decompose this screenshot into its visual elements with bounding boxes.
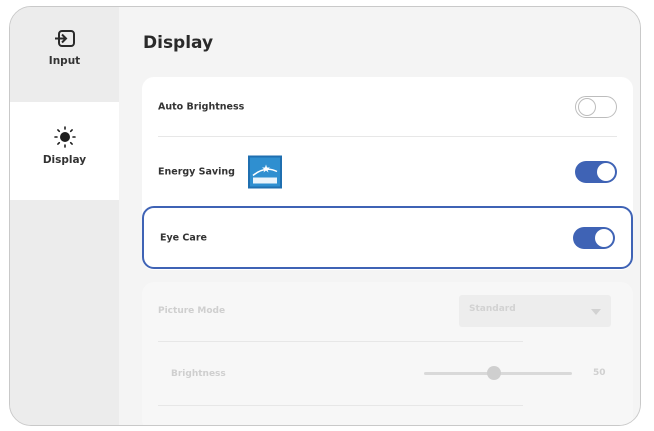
toggle-knob [597, 163, 615, 181]
divider [158, 136, 617, 137]
brightness-slider-thumb[interactable] [487, 366, 501, 380]
eye-care-row: Eye Care [142, 206, 633, 269]
sidebar: Input Display [10, 7, 119, 425]
sun-icon [53, 126, 76, 148]
input-icon [54, 30, 75, 47]
brightness-label: Brightness [171, 369, 226, 379]
sidebar-item-display[interactable]: Display [10, 102, 119, 200]
sidebar-item-label: Display [42, 154, 87, 166]
toggle-knob [578, 98, 596, 116]
picture-mode-value: Standard [469, 304, 516, 314]
picture-mode-dropdown[interactable]: Standard [459, 295, 611, 327]
sidebar-item-label: Input [48, 55, 81, 67]
auto-brightness-toggle[interactable] [575, 96, 617, 118]
energy-saving-row: Energy Saving [142, 142, 633, 202]
page-title: Display [143, 33, 214, 53]
energy-star-logo [248, 155, 282, 189]
divider [158, 341, 523, 342]
main-panel: Display Auto Brightness Energy Saving Ey… [119, 7, 640, 425]
chevron-down-icon [591, 309, 601, 315]
eye-care-label: Eye Care [160, 232, 207, 243]
energy-saving-label: Energy Saving [158, 166, 235, 178]
energy-saving-toggle[interactable] [575, 161, 617, 183]
settings-window: Input Display Display Auto Brightness En… [9, 6, 641, 426]
sidebar-item-input[interactable]: Input [10, 7, 119, 102]
picture-mode-label: Picture Mode [158, 306, 226, 316]
toggle-knob [595, 228, 613, 247]
eye-care-toggle[interactable] [573, 226, 615, 249]
auto-brightness-label: Auto Brightness [158, 101, 245, 113]
auto-brightness-row: Auto Brightness [142, 77, 633, 137]
divider [158, 405, 523, 406]
brightness-value: 50 [593, 368, 606, 378]
